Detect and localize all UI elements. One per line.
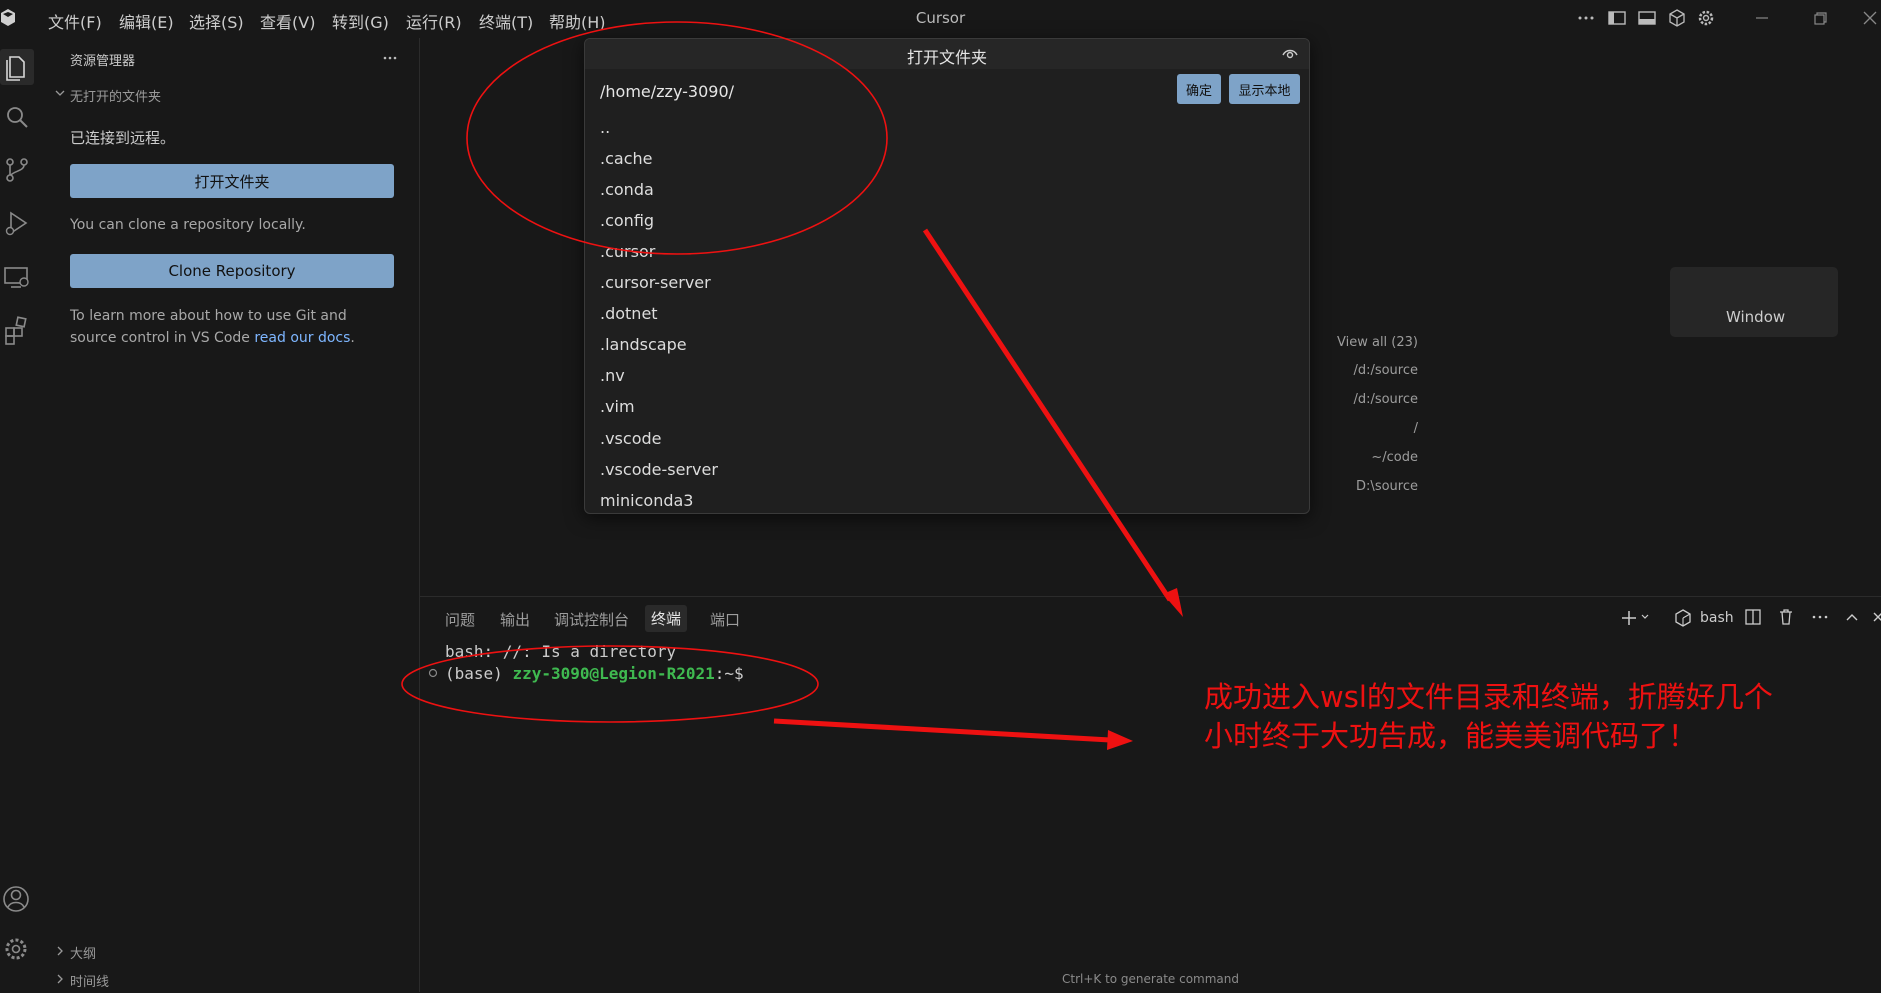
recent-item[interactable]: / — [1414, 421, 1418, 436]
current-path[interactable]: /home/zzy-3090/ — [600, 82, 734, 101]
chevron-down-icon — [55, 90, 65, 96]
activity-bar — [0, 38, 57, 992]
recent-item[interactable]: ~/code — [1371, 450, 1418, 465]
more-actions-icon[interactable] — [1576, 8, 1596, 28]
dialog-header: 打开文件夹 — [585, 39, 1309, 69]
explorer-sidebar: 资源管理器 无打开的文件夹 已连接到远程。 打开文件夹 You can clon… — [55, 38, 420, 992]
toggle-panel-icon[interactable] — [1637, 8, 1657, 28]
trash-icon[interactable] — [1777, 608, 1795, 626]
toggle-sidebar-icon[interactable] — [1607, 8, 1627, 28]
search-icon[interactable] — [0, 100, 34, 134]
more-actions-icon[interactable] — [1811, 608, 1829, 626]
connected-remote-text: 已连接到远程。 — [70, 129, 176, 147]
terminal-shell-label[interactable]: bash — [1700, 610, 1734, 626]
tab-problems[interactable]: 问题 — [445, 609, 475, 630]
new-window-card-label: Window — [1726, 308, 1786, 326]
terminal-prompt-line[interactable]: (base) zzy-3090@Legion-R2021:~$ — [445, 664, 744, 683]
annotation-text-line1: 成功进入wsl的文件目录和终端，折腾好几个 — [1204, 680, 1773, 714]
open-folder-button[interactable]: 打开文件夹 — [70, 164, 394, 198]
remote-explorer-icon[interactable] — [0, 260, 34, 294]
minimize-icon[interactable] — [1752, 8, 1772, 28]
clone-repository-button[interactable]: Clone Repository — [70, 254, 394, 288]
folder-item-cursor-server[interactable]: .cursor-server — [600, 273, 711, 292]
manage-gear-icon[interactable] — [0, 932, 34, 966]
read-docs-link[interactable]: read our docs — [254, 330, 350, 346]
learn-more-line1: To learn more about how to use Git and — [70, 308, 347, 324]
learn-more-line2: source control in VS Code read our docs. — [70, 330, 355, 346]
close-panel-icon[interactable] — [1870, 609, 1881, 625]
folder-item-vscode-server[interactable]: .vscode-server — [600, 460, 718, 479]
tab-ports[interactable]: 端口 — [710, 609, 740, 630]
command-decoration-icon — [428, 668, 438, 678]
explorer-more-icon[interactable] — [382, 52, 398, 64]
learn-more-suffix: . — [350, 330, 355, 346]
clone-hint-text: You can clone a repository locally. — [70, 217, 306, 233]
folder-item-parent[interactable]: .. — [600, 118, 610, 137]
outline-section-header[interactable]: 大纲 — [70, 943, 96, 962]
show-local-button[interactable]: 显示本地 — [1229, 74, 1300, 104]
folder-item-nv[interactable]: .nv — [600, 366, 625, 385]
restore-icon[interactable] — [1810, 8, 1830, 28]
folder-item-conda[interactable]: .conda — [600, 180, 654, 199]
cube-icon[interactable] — [1667, 8, 1687, 28]
source-control-icon[interactable] — [0, 153, 34, 187]
close-window-icon[interactable] — [1860, 8, 1880, 28]
folder-item-cache[interactable]: .cache — [600, 149, 652, 168]
new-terminal-plus-icon[interactable] — [1620, 609, 1638, 627]
folder-item-vim[interactable]: .vim — [600, 397, 635, 416]
account-icon[interactable] — [0, 882, 34, 916]
folder-item-vscode[interactable]: .vscode — [600, 429, 661, 448]
settings-gear-icon[interactable] — [1696, 8, 1716, 28]
terminal-output-line: bash: //: Is a directory — [445, 642, 677, 661]
no-folder-section-header[interactable]: 无打开的文件夹 — [70, 86, 161, 105]
tab-debug-console[interactable]: 调试控制台 — [554, 609, 629, 630]
tab-terminal[interactable]: 终端 — [645, 605, 688, 632]
prompt-env: (base) — [445, 664, 513, 683]
files-icon[interactable] — [0, 50, 34, 84]
folder-item-cursor[interactable]: .cursor — [600, 242, 655, 261]
tab-output[interactable]: 输出 — [500, 609, 530, 630]
folder-item-config[interactable]: .config — [600, 211, 654, 230]
folder-item-dotnet[interactable]: .dotnet — [600, 304, 658, 323]
open-folder-dialog: 打开文件夹 /home/zzy-3090/ 确定 显示本地 .. .cache … — [584, 38, 1310, 514]
dialog-title: 打开文件夹 — [906, 48, 987, 67]
recent-item[interactable]: /d:/source — [1353, 392, 1418, 407]
prompt-user-host: zzy-3090@Legion-R2021 — [512, 664, 715, 683]
window-title: Cursor — [915, 9, 966, 27]
eye-icon[interactable] — [1282, 47, 1298, 61]
split-terminal-icon[interactable] — [1744, 608, 1762, 626]
terminal-profile-icon — [1675, 609, 1691, 627]
timeline-section-header[interactable]: 时间线 — [70, 971, 109, 990]
new-window-card[interactable]: Window — [1670, 267, 1838, 337]
title-bar: 文件(F) 编辑(E) 选择(S) 查看(V) 转到(G) 运行(R) 终端(T… — [0, 0, 1881, 39]
chevron-right-icon — [57, 974, 63, 984]
learn-more-line2-prefix: source control in VS Code — [70, 330, 255, 346]
folder-item-landscape[interactable]: .landscape — [600, 335, 687, 354]
annotation-text-line2: 小时终于大功告成，能美美调代码了！ — [1204, 719, 1698, 753]
recent-item[interactable]: /d:/source — [1353, 363, 1418, 378]
folder-item-miniconda3[interactable]: miniconda3 — [600, 491, 693, 510]
generate-command-hint: Ctrl+K to generate command — [1061, 972, 1240, 986]
chevron-right-icon — [57, 946, 63, 956]
run-debug-icon[interactable] — [0, 206, 34, 240]
bottom-panel: 问题 输出 调试控制台 终端 端口 bash bash: //: Is a di… — [420, 596, 1881, 993]
maximize-panel-icon[interactable] — [1844, 609, 1860, 625]
explorer-header: 资源管理器 — [70, 54, 136, 69]
chevron-down-icon[interactable] — [1640, 612, 1650, 622]
prompt-tail: :~$ — [714, 664, 744, 683]
extensions-icon[interactable] — [0, 313, 34, 347]
recent-item[interactable]: D:\source — [1356, 479, 1418, 494]
recent-view-all-link[interactable]: View all (23) — [1337, 335, 1418, 350]
ok-button[interactable]: 确定 — [1177, 74, 1221, 104]
